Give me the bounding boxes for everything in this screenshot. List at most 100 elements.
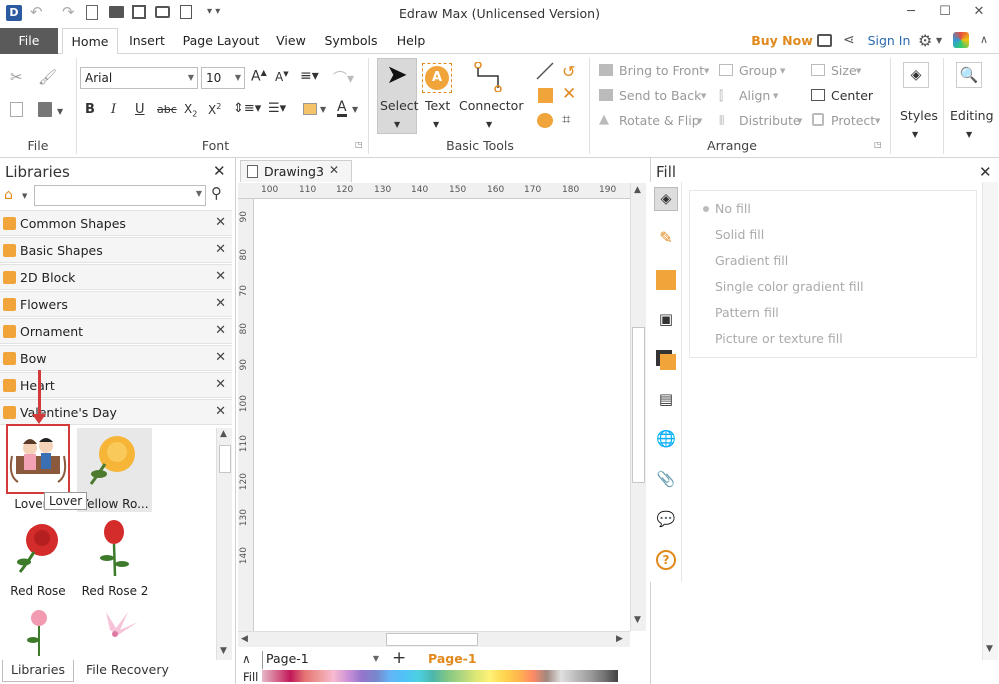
italic-icon[interactable]: I <box>111 102 116 117</box>
settings-dropdown-icon[interactable]: ▼ <box>936 36 942 45</box>
tab-symbols[interactable]: Symbols <box>318 28 384 54</box>
tab-view[interactable]: View <box>270 28 312 54</box>
fill-option-label[interactable]: Gradient fill <box>715 253 788 268</box>
library-item[interactable]: Ornament ✕ <box>0 318 232 344</box>
shape-thumbnail-red-rose[interactable] <box>8 518 70 580</box>
library-item[interactable]: Common Shapes ✕ <box>0 210 232 236</box>
shape-thumbnail-pink-rose[interactable] <box>14 606 64 656</box>
library-item[interactable]: Basic Shapes ✕ <box>0 237 232 263</box>
text-direction-icon[interactable]: ⌒▾ <box>333 68 354 88</box>
attachment-icon[interactable]: 📎 <box>654 468 678 492</box>
grow-font-icon[interactable]: A▲ <box>251 68 267 85</box>
close-icon[interactable]: ✕ <box>215 377 226 392</box>
page-tab[interactable]: Page-1 <box>428 651 477 666</box>
share-icon[interactable]: ⋖ <box>843 32 855 48</box>
line-style-icon[interactable]: ✎ <box>654 227 678 251</box>
align-text-icon[interactable]: ≡▾ <box>300 68 319 84</box>
cart-icon[interactable] <box>817 34 832 47</box>
layer-icon[interactable] <box>654 348 678 372</box>
canvas-vertical-scrollbar[interactable]: ▲ ▼ <box>630 183 646 631</box>
library-item[interactable]: Heart✕ <box>0 372 232 398</box>
fill-option-label[interactable]: Picture or texture fill <box>715 331 843 346</box>
image-icon[interactable]: ▣ <box>654 308 678 332</box>
fill-icon[interactable]: ◈ <box>654 187 678 211</box>
editing-icon[interactable]: 🔍 <box>956 62 982 88</box>
close-window-button[interactable]: ✕ <box>962 0 996 26</box>
scroll-thumb[interactable] <box>632 327 645 483</box>
send-to-back-button[interactable]: Send to Back <box>619 88 701 103</box>
editing-dropdown-icon[interactable]: ▼ <box>966 130 972 139</box>
connector-tool-label[interactable]: Connector <box>459 98 523 113</box>
close-libraries-icon[interactable]: ✕ <box>213 162 226 180</box>
font-size-select[interactable]: 10 ▼ <box>201 67 245 89</box>
file-tab[interactable]: File <box>0 28 58 54</box>
superscript-icon[interactable]: X2 <box>208 102 221 117</box>
cut-icon[interactable]: ✂ <box>10 68 23 86</box>
library-item[interactable]: Bow ✕ <box>0 345 232 371</box>
copy-icon[interactable] <box>10 102 23 117</box>
buy-now-link[interactable]: Buy Now <box>750 28 814 54</box>
crop-tool-icon[interactable]: ⌗ <box>562 110 570 128</box>
fill-option-label[interactable]: Single color gradient fill <box>715 279 864 294</box>
fill-option-label[interactable]: Pattern fill <box>715 305 779 320</box>
settings-icon[interactable]: ⚙ <box>918 31 932 50</box>
shape-thumbnail-lover[interactable] <box>6 424 70 494</box>
font-color-fill-icon[interactable] <box>303 103 317 115</box>
page-properties-icon[interactable]: ▤ <box>654 388 678 412</box>
scroll-down-icon[interactable]: ▼ <box>220 646 227 656</box>
align-button[interactable]: Align <box>739 88 770 103</box>
fill-panel-scrollbar[interactable]: ▼ <box>982 182 998 660</box>
format-painter-icon[interactable]: 🖌 <box>38 68 57 86</box>
arc-tool-icon[interactable]: ↺ <box>562 62 575 81</box>
canvas-horizontal-scrollbar[interactable]: ◀ ▶ <box>238 631 630 647</box>
connector-dropdown-icon[interactable]: ▼ <box>486 120 492 129</box>
font-color-icon[interactable]: A <box>337 100 347 117</box>
cross-tool-icon[interactable]: ✕ <box>562 84 576 104</box>
font-dialog-launcher-icon[interactable]: ◳ <box>355 140 363 149</box>
hyperlink-icon[interactable]: 🌐 <box>654 428 678 452</box>
arrange-dialog-launcher-icon[interactable]: ◳ <box>874 140 882 149</box>
ribbon-collapse-icon[interactable]: ∧ <box>980 33 988 46</box>
tab-page-layout[interactable]: Page Layout <box>178 28 264 54</box>
underline-icon[interactable]: U <box>135 102 145 117</box>
search-icon[interactable]: ⚲ <box>211 184 222 202</box>
line-tool-icon[interactable] <box>536 62 554 80</box>
comment-icon[interactable]: 💬 <box>654 508 678 532</box>
libraries-bottom-tab[interactable]: Libraries <box>2 660 74 682</box>
distribute-button[interactable]: Distribute <box>739 113 801 128</box>
paste-dropdown-icon[interactable]: ▼ <box>57 107 63 116</box>
tab-home[interactable]: Home <box>62 28 118 55</box>
file-recovery-tab[interactable]: File Recovery <box>86 662 169 677</box>
text-dropdown-icon[interactable]: ▼ <box>433 120 439 129</box>
home-dropdown-icon[interactable]: ▼ <box>22 192 27 200</box>
library-scrollbar[interactable]: ▲ ▼ <box>216 428 232 660</box>
close-icon[interactable]: ✕ <box>215 350 226 365</box>
bring-to-front-button[interactable]: Bring to Front <box>619 63 704 78</box>
rectangle-tool-icon[interactable] <box>538 88 553 103</box>
center-button[interactable]: Center <box>831 88 873 103</box>
scroll-thumb[interactable] <box>386 633 478 646</box>
add-page-icon[interactable]: + <box>392 648 406 668</box>
close-icon[interactable]: ✕ <box>215 296 226 311</box>
connector-tool-icon[interactable] <box>474 61 504 93</box>
fill-option-label[interactable]: Solid fill <box>715 227 764 242</box>
close-icon[interactable]: ✕ <box>215 269 226 284</box>
maximize-button[interactable]: ☐ <box>928 0 962 26</box>
drawing-canvas[interactable] <box>255 200 629 630</box>
shape-thumbnail-lily[interactable] <box>84 608 146 658</box>
tab-insert[interactable]: Insert <box>122 28 172 54</box>
fill-option-label[interactable]: No fill <box>715 201 751 216</box>
shrink-font-icon[interactable]: A▼ <box>275 70 289 84</box>
library-item[interactable]: Flowers ✕ <box>0 291 232 317</box>
home-icon[interactable]: ⌂ <box>4 187 13 203</box>
tab-help[interactable]: Help <box>390 28 432 54</box>
page-bar-up-icon[interactable]: ∧ <box>242 652 251 666</box>
help-icon[interactable]: ? <box>654 548 678 572</box>
scroll-right-icon[interactable]: ▶ <box>616 634 623 644</box>
close-icon[interactable]: ✕ <box>215 242 226 257</box>
styles-button[interactable]: Styles <box>900 108 938 123</box>
font-color-dropdown-icon[interactable]: ▼ <box>320 105 326 114</box>
line-spacing-icon[interactable]: ⇕≡▾ <box>233 101 261 116</box>
bullets-icon[interactable]: ☰▾ <box>268 101 286 116</box>
protect-button[interactable]: Protect <box>831 113 875 128</box>
